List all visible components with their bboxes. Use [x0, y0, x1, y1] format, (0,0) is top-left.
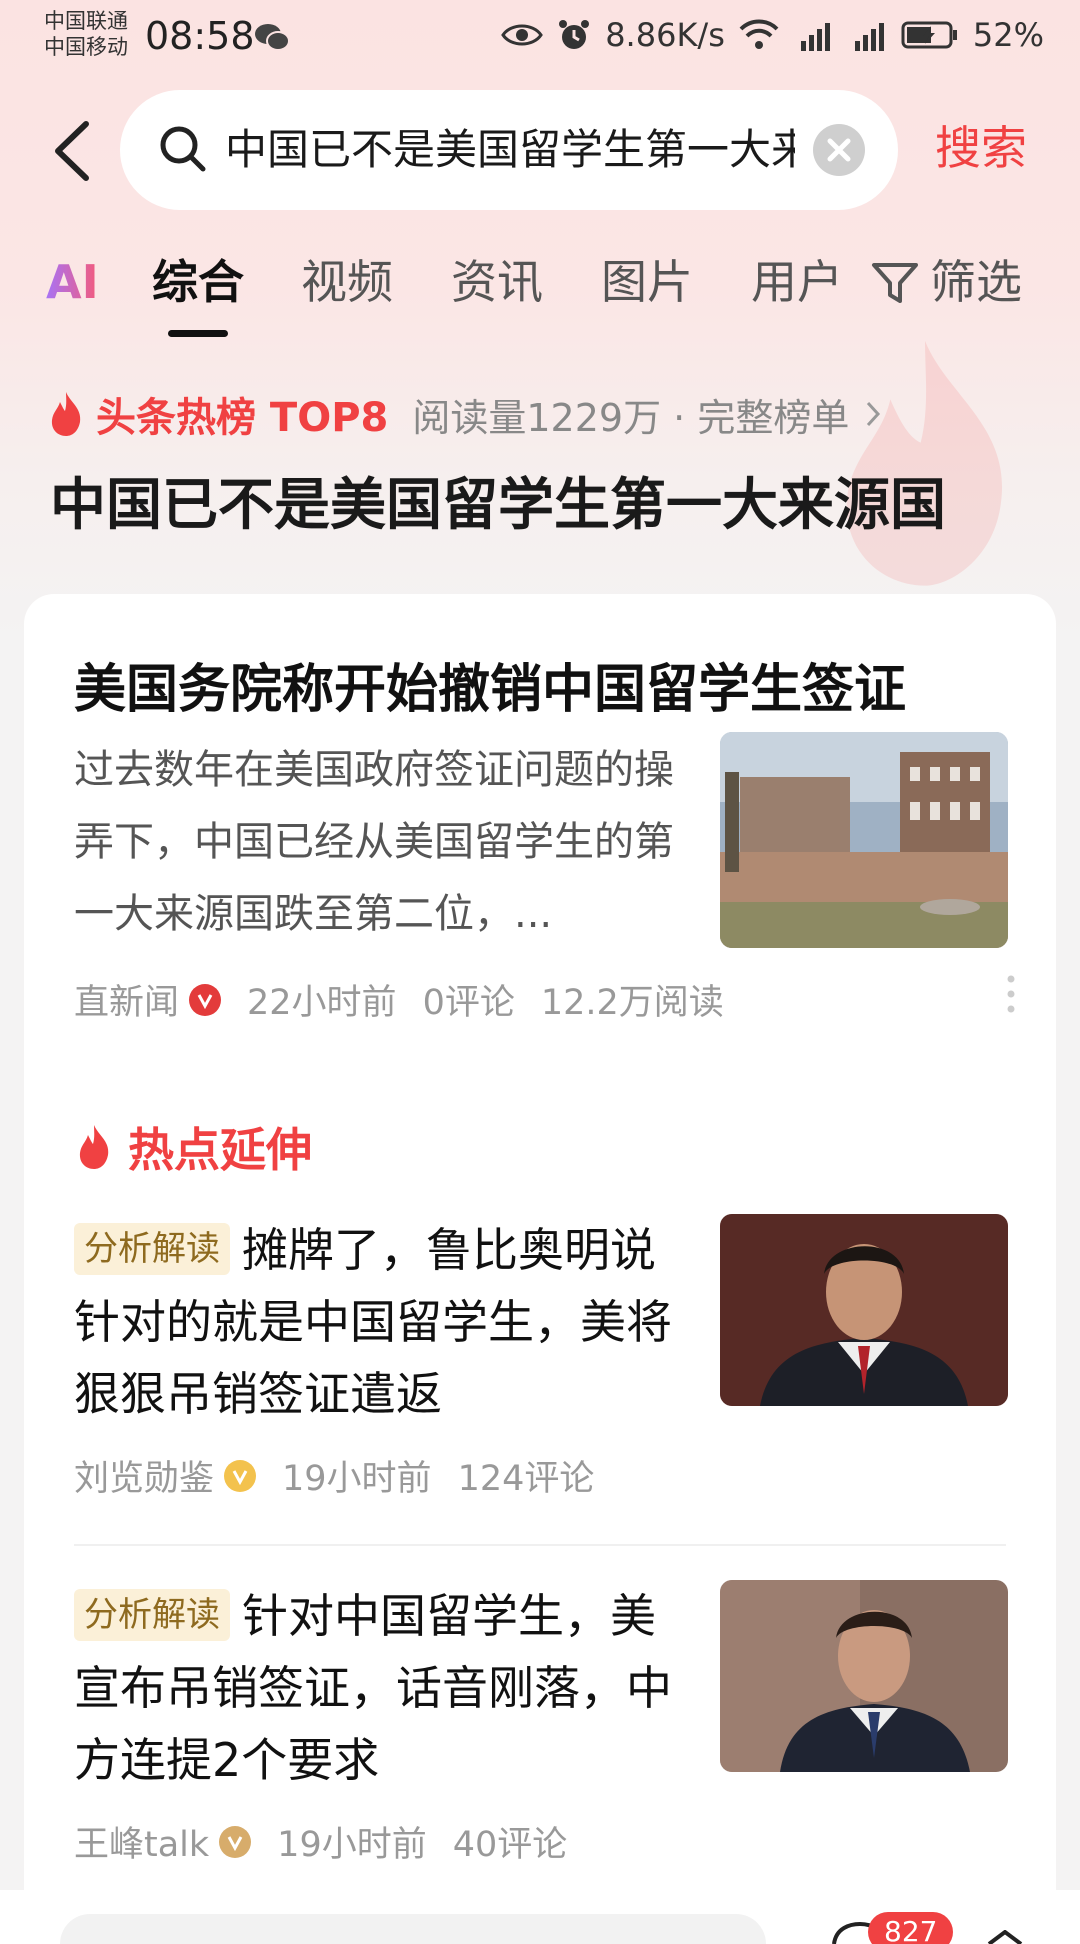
article-source[interactable]: 直新闻	[74, 974, 179, 1025]
related-title-1[interactable]: 分析解读 摊牌了，鲁比奥明说针对的就是中国留学生，美将狠狠吊销签证遣返	[74, 1214, 684, 1430]
related-meta-1: 刘览勋鉴 19小时前 124评论	[74, 1450, 594, 1501]
search-button[interactable]: 搜索	[935, 118, 1027, 178]
portrait-image-2	[720, 1580, 1008, 1772]
carrier-1: 中国联通	[44, 9, 128, 33]
share-icon[interactable]	[985, 1930, 1025, 1944]
search-box[interactable]: 中国已不是美国留学生第一大来源国	[120, 90, 898, 210]
article-reads: 12.2万阅读	[540, 983, 724, 1023]
clear-button[interactable]	[813, 124, 865, 176]
related-meta-2: 王峰talk 19小时前 40评论	[74, 1816, 567, 1867]
search-input[interactable]: 中国已不是美国留学生第一大来源国	[225, 120, 795, 180]
hot-topic-title[interactable]: 中国已不是美国留学生第一大来源国	[50, 470, 946, 542]
related-time-2: 19小时前	[277, 1825, 427, 1865]
alarm-icon	[559, 20, 590, 49]
filter-button[interactable]: 筛选	[870, 250, 1022, 314]
carrier-info: 中国联通 中国移动	[44, 8, 128, 60]
related-article-1[interactable]: 分析解读 摊牌了，鲁比奥明说针对的就是中国留学生，美将狠狠吊销签证遣返 刘览勋鉴 …	[24, 1214, 1056, 1554]
verified-v-icon	[224, 1459, 257, 1492]
tab-images[interactable]: 图片	[601, 250, 693, 314]
tab-news[interactable]: 资讯	[451, 250, 543, 314]
wechat-icon	[255, 24, 290, 51]
related-source-1[interactable]: 刘览勋鉴	[74, 1450, 214, 1501]
more-options-icon[interactable]	[1006, 974, 1016, 1014]
back-arrow-icon[interactable]	[50, 118, 94, 184]
carrier-2: 中国移动	[44, 35, 128, 59]
chevron-right-icon	[867, 401, 881, 427]
flame-icon	[51, 392, 81, 436]
article-summary: 过去数年在美国政府签证问题的操弄下，中国已经从美国留学生的第一大来源国跌至第二位…	[74, 747, 674, 937]
wifi-icon	[739, 19, 779, 49]
related-title-2[interactable]: 分析解读 针对中国留学生，美宣布吊销签证，话音刚落，中方连提2个要求	[74, 1580, 684, 1796]
verified-v-icon	[219, 1825, 252, 1858]
main-article[interactable]: 美国务院称开始撤销中国留学生签证 过去数年在美国政府签证问题的操弄下，中国已经从…	[24, 594, 1056, 1054]
close-icon	[827, 138, 851, 162]
tab-ai[interactable]: AI	[46, 250, 99, 314]
battery-icon	[901, 21, 957, 49]
active-tab-indicator	[168, 330, 228, 337]
net-speed: 8.86K/s	[605, 16, 725, 54]
flame-icon	[79, 1125, 109, 1169]
portrait-image-1	[720, 1214, 1008, 1406]
hot-list-meta: 阅读量1229万 · 完整榜单	[412, 395, 850, 440]
hot-list-row[interactable]: 头条热榜 TOP8 阅读量1229万 · 完整榜单	[46, 386, 881, 442]
article-title[interactable]: 美国务院称开始撤销中国留学生签证	[74, 654, 906, 726]
article-comments: 0评论	[422, 983, 515, 1023]
divider	[74, 1544, 1006, 1546]
filter-icon	[872, 263, 918, 303]
article-meta: 直新闻 22小时前 0评论 12.2万阅读	[74, 974, 724, 1025]
verified-v-icon	[189, 983, 222, 1016]
related-time-1: 19小时前	[282, 1459, 432, 1499]
status-time: 08:58	[145, 14, 255, 58]
related-article-2[interactable]: 分析解读 针对中国留学生，美宣布吊销签证，话音刚落，中方连提2个要求 王峰talk…	[24, 1580, 1056, 1900]
related-comments-1: 124评论	[457, 1459, 595, 1499]
hot-extension-header: 热点延伸	[74, 1114, 312, 1180]
signal-4g-icon	[800, 23, 830, 51]
rubio-thumbnail-2[interactable]	[720, 1580, 1008, 1772]
comment-count-badge: 827	[868, 1912, 954, 1944]
tab-users[interactable]: 用户	[751, 250, 843, 314]
tab-video[interactable]: 视频	[301, 250, 393, 314]
rubio-thumbnail-1[interactable]	[720, 1214, 1008, 1406]
campus-thumbnail[interactable]	[720, 732, 1008, 948]
analysis-tag: 分析解读	[74, 1589, 230, 1641]
tab-comprehensive[interactable]: 综合	[152, 250, 244, 314]
hot-extension-label: 热点延伸	[128, 1123, 312, 1177]
results-card: 美国务院称开始撤销中国留学生签证 过去数年在美国政府签证问题的操弄下，中国已经从…	[24, 594, 1056, 1944]
search-icon	[160, 126, 206, 172]
signal-4g-icon-2	[854, 23, 884, 51]
analysis-tag: 分析解读	[74, 1223, 230, 1275]
battery-level: 52%	[972, 16, 1044, 54]
flame-watermark-icon	[846, 340, 1003, 586]
related-source-2[interactable]: 王峰talk	[74, 1816, 209, 1867]
eye-icon	[501, 24, 543, 46]
related-comments-2: 40评论	[452, 1825, 568, 1865]
campus-image	[720, 732, 1008, 948]
filter-label: 筛选	[930, 255, 1022, 309]
category-tabs: AI 综合 视频 资讯 图片 用户 筛选	[0, 250, 1080, 340]
hot-list-label: 头条热榜 TOP8	[96, 395, 389, 441]
article-time: 22小时前	[247, 983, 397, 1023]
status-bar: 中国联通 中国移动 08:58 8.86K/s 52%	[0, 0, 1080, 78]
status-indicators: 8.86K/s 52%	[501, 16, 1044, 54]
comment-input[interactable]	[60, 1914, 766, 1944]
